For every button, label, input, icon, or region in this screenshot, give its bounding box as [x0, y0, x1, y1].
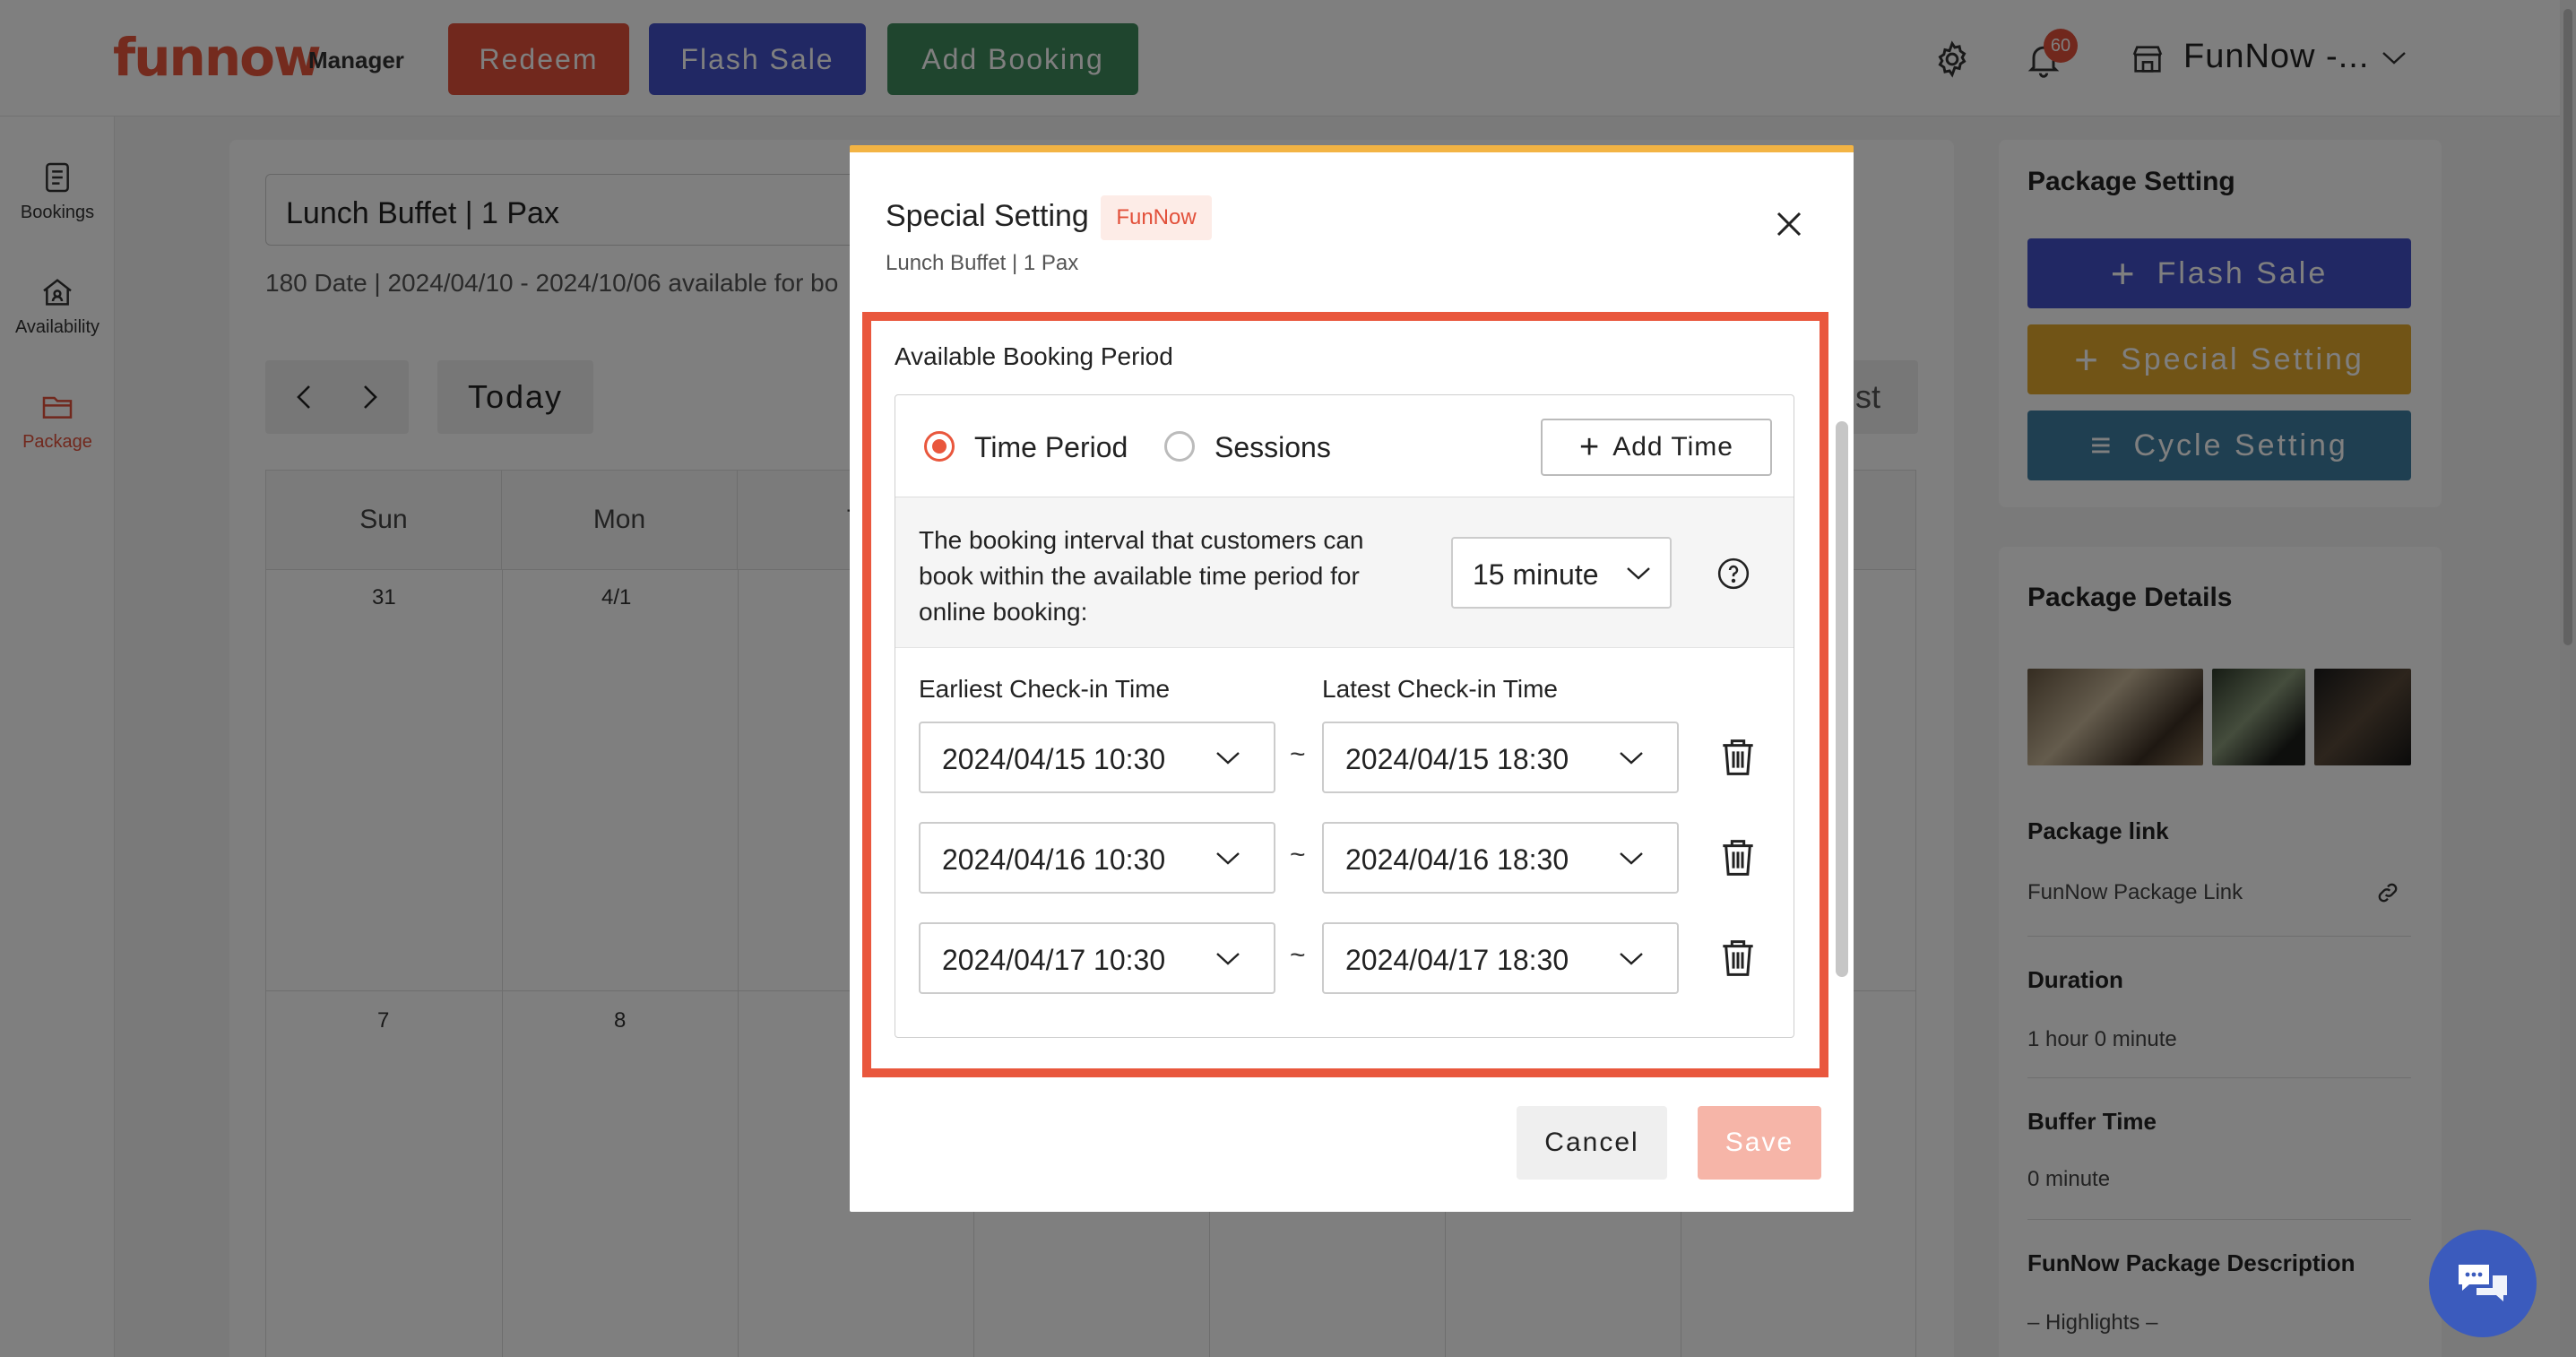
interval-value: 15 minute	[1473, 558, 1599, 591]
earliest-checkin-label: Earliest Check-in Time	[919, 675, 1171, 703]
chevron-down-icon	[1216, 953, 1240, 965]
section-title: Available Booking Period	[895, 342, 1173, 370]
booking-period-box: Time Period Sessions + Add Time The booki…	[895, 394, 1794, 1038]
chevron-down-icon	[1216, 752, 1240, 765]
latest-checkin-label: Latest Check-in Time	[1322, 675, 1558, 703]
earliest-time-value: 2024/04/17 10:30	[942, 944, 1166, 976]
close-icon[interactable]	[1771, 206, 1807, 242]
range-separator: ~	[1290, 940, 1306, 970]
save-button[interactable]: Save	[1698, 1106, 1821, 1180]
earliest-time-value: 2024/04/15 10:30	[942, 743, 1166, 775]
trash-icon[interactable]	[1720, 838, 1756, 877]
trash-icon[interactable]	[1720, 738, 1756, 777]
latest-time-value: 2024/04/15 18:30	[1345, 743, 1569, 775]
sessions-label[interactable]: Sessions	[1215, 431, 1331, 464]
latest-time-select[interactable]: 2024/04/15 18:30	[1322, 722, 1679, 793]
latest-time-value: 2024/04/16 18:30	[1345, 843, 1569, 876]
range-separator: ~	[1290, 840, 1306, 869]
chevron-down-icon	[1216, 852, 1240, 865]
help-icon[interactable]	[1716, 557, 1750, 591]
modal-subtitle: Lunch Buffet | 1 Pax	[886, 251, 1079, 275]
interval-select[interactable]: 15 minute	[1451, 537, 1672, 609]
modal-title: Special Setting	[886, 199, 1089, 233]
range-separator: ~	[1290, 739, 1306, 769]
interval-row: The booking interval that customers can …	[895, 497, 1794, 648]
chevron-down-icon	[1620, 852, 1643, 865]
interval-description: The booking interval that customers can …	[919, 526, 1364, 626]
chevron-down-icon	[1627, 567, 1650, 580]
latest-time-value: 2024/04/17 18:30	[1345, 944, 1569, 976]
special-setting-modal: Special Setting FunNow Lunch Buffet | 1 …	[850, 145, 1854, 1212]
earliest-time-select[interactable]: 2024/04/16 10:30	[919, 822, 1275, 894]
chevron-down-icon	[1620, 752, 1643, 765]
time-period-label[interactable]: Time Period	[974, 431, 1128, 464]
earliest-time-select[interactable]: 2024/04/15 10:30	[919, 722, 1275, 793]
sessions-radio[interactable]	[1164, 431, 1195, 462]
cancel-button[interactable]: Cancel	[1517, 1106, 1667, 1180]
chat-button[interactable]	[2429, 1230, 2537, 1337]
latest-time-select[interactable]: 2024/04/17 18:30	[1322, 922, 1679, 994]
earliest-time-select[interactable]: 2024/04/17 10:30	[919, 922, 1275, 994]
modal-scrollbar[interactable]	[1836, 421, 1848, 977]
earliest-time-value: 2024/04/16 10:30	[942, 843, 1166, 876]
chat-icon	[2459, 1265, 2507, 1301]
trash-icon[interactable]	[1720, 938, 1756, 978]
add-time-label: Add Time	[1612, 432, 1733, 462]
time-period-radio[interactable]	[924, 431, 955, 462]
add-time-button[interactable]: + Add Time	[1541, 419, 1772, 476]
funnow-tag: FunNow	[1101, 195, 1212, 240]
plus-icon: +	[1579, 428, 1601, 466]
latest-time-select[interactable]: 2024/04/16 18:30	[1322, 822, 1679, 894]
mode-row: Time Period Sessions + Add Time	[895, 395, 1794, 497]
chevron-down-icon	[1620, 953, 1643, 965]
